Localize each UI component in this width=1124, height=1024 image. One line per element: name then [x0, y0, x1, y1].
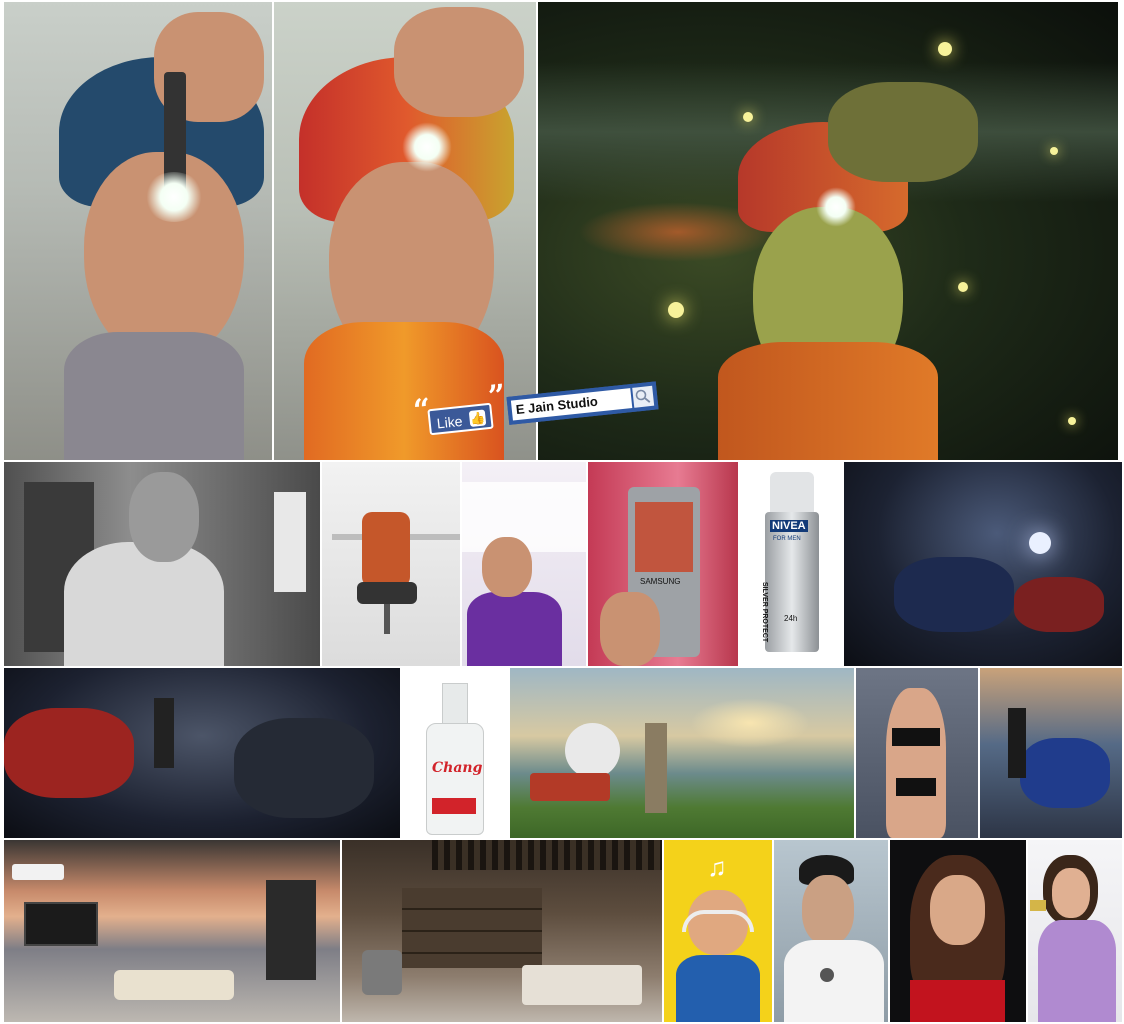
- technician: [645, 723, 667, 813]
- pickup-truck: [530, 773, 610, 801]
- photo-woman-purple-dress-card: [1028, 840, 1122, 1022]
- man-hoodie: [64, 542, 224, 666]
- photo-woman-red-dress-rings: [890, 840, 1026, 1022]
- bottle-red-band: [432, 798, 476, 814]
- television: [24, 902, 98, 946]
- bed: [522, 965, 642, 1005]
- refrigerator: [266, 880, 316, 980]
- motorcycle-red: [4, 708, 134, 798]
- photo-lingerie-model: [856, 668, 978, 838]
- search-field[interactable]: E Jain Studio: [506, 381, 659, 425]
- like-button[interactable]: Like 👍: [427, 402, 494, 436]
- window: [462, 482, 586, 552]
- gold-card: [1030, 900, 1046, 911]
- scarf: [718, 342, 938, 460]
- woman-face: [1052, 868, 1090, 918]
- close-quote: ”: [486, 378, 508, 415]
- purple-dress: [1038, 920, 1116, 1022]
- shelving: [402, 888, 542, 968]
- bottle-neck: [442, 683, 468, 725]
- man-face: [802, 875, 854, 945]
- like-label: Like: [436, 412, 464, 432]
- chair-base: [384, 604, 390, 634]
- light-glow: [816, 187, 856, 227]
- motorcycle-red: [1014, 577, 1104, 632]
- deodorant-line: FOR MEN: [773, 536, 801, 542]
- man-shirt: [784, 940, 884, 1022]
- phone-screen: [635, 502, 693, 572]
- sofa: [114, 970, 234, 1000]
- photo-boy-purple-suit-card: [462, 462, 586, 666]
- firefly: [1068, 417, 1076, 425]
- thumbs-up-icon: 👍: [468, 409, 487, 428]
- photo-living-room-appliances: [4, 840, 340, 1022]
- photo-man-wristwatch: [774, 840, 888, 1022]
- photo-motorcycles-riders-dark: [4, 668, 400, 838]
- light-glow: [402, 122, 452, 172]
- boy-suit: [467, 592, 562, 666]
- search-icon[interactable]: [632, 385, 655, 408]
- watch: [820, 968, 834, 982]
- photo-samsung-phone-ad: SAMSUNG: [588, 462, 738, 666]
- deodorant-brand: NIVEA: [770, 520, 808, 532]
- bottle-body: [426, 723, 484, 835]
- deodorant-name: SILVER PROTECT: [761, 582, 768, 643]
- man-head: [129, 472, 199, 562]
- photo-office-chair-desk: [322, 462, 460, 666]
- hand: [600, 592, 660, 666]
- towel: [274, 492, 306, 592]
- phone-brand: SAMSUNG: [640, 577, 681, 586]
- firefly: [668, 302, 684, 318]
- photo-man-headphones-locker-room: [4, 462, 320, 666]
- armchair: [362, 950, 402, 995]
- briefs: [896, 778, 936, 796]
- search-input[interactable]: E Jain Studio: [510, 388, 633, 421]
- street-light: [1029, 532, 1051, 554]
- satellite-dish: [565, 723, 620, 778]
- air-conditioner: [12, 864, 64, 880]
- ceiling-slats: [432, 840, 662, 870]
- scarf: [64, 332, 244, 460]
- photo-nivea-deodorant: NIVEA FOR MEN SILVER PROTECT 24h: [740, 462, 842, 666]
- photo-motorcycles-night-street: [844, 462, 1122, 666]
- can-body: [765, 512, 819, 652]
- chair-seat: [357, 582, 417, 604]
- motorcycle-dark: [234, 718, 374, 818]
- boy-head: [482, 537, 532, 597]
- music-note-icon: ♫: [707, 852, 727, 882]
- rider-standing: [154, 698, 174, 768]
- motorcycle-front: [894, 557, 1014, 632]
- bottle-brand: Chang: [432, 760, 483, 776]
- hand: [394, 7, 524, 117]
- firefly: [958, 282, 968, 292]
- firefly: [743, 112, 753, 122]
- chair-back: [362, 512, 410, 587]
- scooter: [1020, 738, 1110, 808]
- photo-boy-headphones-yellow: ♫: [664, 840, 772, 1022]
- firefly: [938, 42, 952, 56]
- photo-scooter-city-dusk: [980, 668, 1122, 838]
- model-body: [886, 688, 946, 838]
- photo-headlamp-selfie-blue-beanie: [4, 2, 272, 460]
- light-glow: [144, 172, 204, 222]
- bra: [892, 728, 940, 746]
- boy-shirt: [676, 955, 760, 1022]
- rider: [1008, 708, 1026, 778]
- deodorant-hours: 24h: [784, 614, 798, 623]
- firefly: [1050, 147, 1058, 155]
- woman-face: [930, 875, 985, 945]
- red-dress: [910, 980, 1005, 1022]
- raised-arm: [828, 82, 978, 182]
- photo-chang-bottle: Chang: [402, 668, 508, 838]
- photo-satellite-dish-mountains: [510, 668, 854, 838]
- can-cap: [770, 472, 814, 512]
- headphones: [682, 910, 754, 932]
- sun-glow: [690, 698, 810, 748]
- photo-bedroom-interior: [342, 840, 662, 1022]
